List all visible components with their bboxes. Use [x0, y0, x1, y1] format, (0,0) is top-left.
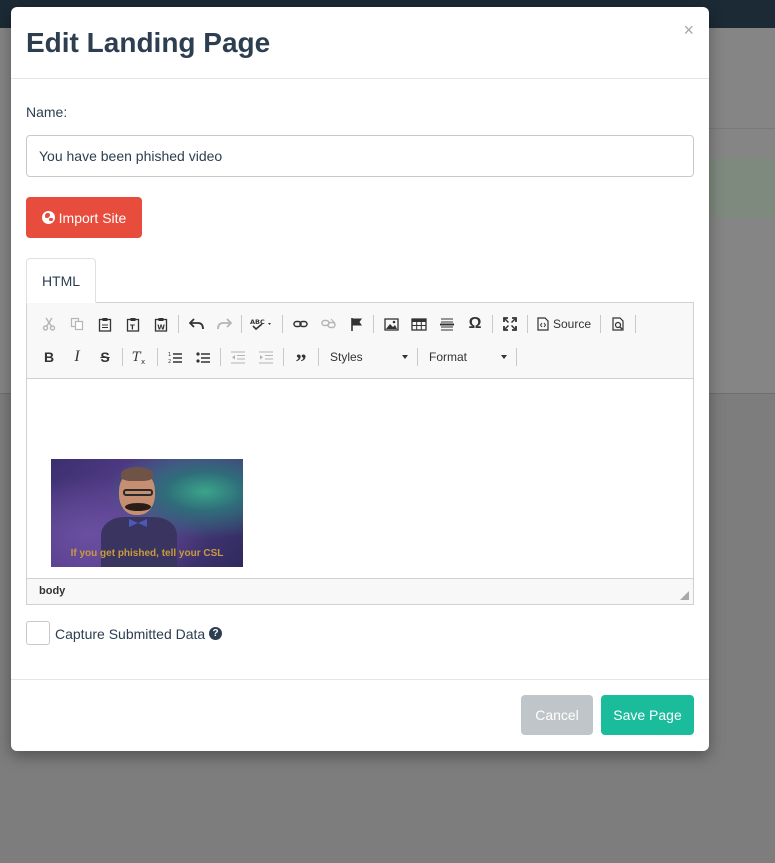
toolbar-separator [283, 348, 284, 366]
capture-submitted-data-checkbox[interactable] [26, 621, 50, 645]
toolbar-separator [492, 315, 493, 333]
svg-text:x: x [141, 358, 145, 365]
toolbar-separator [527, 315, 528, 333]
editor-toolbar: T W ABC Ω Source B I S T x 1 2 ” Styles … [27, 303, 693, 379]
background-divider [700, 128, 775, 129]
anchor-flag-icon[interactable] [342, 311, 370, 337]
gif-mustache [125, 503, 151, 511]
maximize-icon[interactable] [496, 311, 524, 337]
redo-icon[interactable] [210, 311, 238, 337]
toolbar-separator [178, 315, 179, 333]
edit-landing-page-modal: Edit Landing Page × Name: Import Site HT… [11, 7, 709, 751]
paste-word-icon[interactable]: W [147, 311, 175, 337]
editor-status-bar: body [27, 578, 693, 604]
svg-text:T: T [130, 323, 135, 331]
preview-icon[interactable] [604, 311, 632, 337]
toolbar-row: B I S Tx 12 ” Styles Format [35, 343, 520, 374]
cut-icon[interactable] [35, 311, 63, 337]
table-icon[interactable] [405, 311, 433, 337]
toolbar-separator [318, 348, 319, 366]
toolbar-separator [220, 348, 221, 366]
svg-text:W: W [157, 323, 165, 331]
styles-label: Styles [330, 350, 363, 364]
toolbar-row: T W ABC Ω Source [35, 310, 639, 338]
chevron-down-icon [501, 355, 507, 359]
indent-icon[interactable] [252, 344, 280, 370]
element-path[interactable]: body [39, 585, 65, 597]
link-icon[interactable] [286, 311, 314, 337]
import-site-button[interactable]: Import Site [26, 197, 142, 238]
unlink-icon[interactable] [314, 311, 342, 337]
gif-caption: If you get phished, tell your CSL [70, 548, 224, 559]
name-label: Name: [26, 104, 68, 120]
styles-dropdown[interactable]: Styles [322, 346, 414, 368]
horizontal-line-icon[interactable] [433, 311, 461, 337]
close-button[interactable]: × [683, 21, 694, 39]
format-label: Format [429, 350, 468, 364]
svg-text:ABC: ABC [250, 318, 265, 326]
source-label: Source [553, 317, 592, 331]
spellcheck-icon[interactable]: ABC [245, 311, 279, 337]
toolbar-separator [241, 315, 242, 333]
resize-grip-icon[interactable] [680, 591, 689, 600]
numbered-list-icon[interactable]: 12 [161, 344, 189, 370]
blockquote-icon[interactable]: ” [287, 344, 315, 374]
italic-icon[interactable]: I [63, 344, 91, 370]
toolbar-separator [157, 348, 158, 366]
toolbar-separator [373, 315, 374, 333]
toolbar-separator [600, 315, 602, 333]
svg-text:1: 1 [168, 352, 171, 358]
name-input[interactable] [26, 135, 694, 177]
cancel-button[interactable]: Cancel [521, 695, 593, 735]
editor-content-area[interactable]: If you get phished, tell your CSL [27, 379, 693, 579]
gif-glasses [123, 489, 153, 496]
toolbar-separator [122, 348, 123, 366]
gif-person-hair [121, 467, 153, 481]
toolbar-separator [282, 315, 283, 333]
outdent-icon[interactable] [224, 344, 252, 370]
source-icon [537, 317, 549, 331]
image-icon[interactable] [377, 311, 405, 337]
special-char-icon[interactable]: Ω [461, 311, 489, 337]
paste-text-icon[interactable]: T [119, 311, 147, 337]
capture-submitted-data-label: Capture Submitted Data [55, 626, 206, 642]
save-page-button[interactable]: Save Page [601, 695, 694, 735]
tab-html[interactable]: HTML [26, 258, 96, 303]
undo-icon[interactable] [182, 311, 210, 337]
gif-person-body [101, 517, 177, 567]
copy-icon[interactable] [63, 311, 91, 337]
svg-text:2: 2 [168, 359, 171, 364]
background-alert [700, 158, 775, 218]
remove-format-icon[interactable]: Tx [126, 344, 154, 370]
toolbar-separator [516, 348, 517, 366]
paste-icon[interactable] [91, 311, 119, 337]
phished-video-gif[interactable]: If you get phished, tell your CSL [51, 459, 243, 567]
toolbar-separator [417, 348, 418, 366]
bulleted-list-icon[interactable] [189, 344, 217, 370]
import-site-label: Import Site [58, 209, 127, 226]
question-circle-icon[interactable]: ? [209, 627, 222, 640]
bold-icon[interactable]: B [35, 344, 63, 370]
modal-footer-divider [11, 679, 709, 680]
modal-title: Edit Landing Page [26, 27, 271, 58]
chevron-down-icon [402, 355, 408, 359]
source-button[interactable]: Source [531, 311, 597, 337]
globe-icon [41, 211, 55, 224]
modal-header: Edit Landing Page × [11, 7, 709, 79]
strikethrough-icon[interactable]: S [91, 344, 119, 370]
toolbar-separator [635, 315, 637, 333]
format-dropdown[interactable]: Format [421, 346, 513, 368]
html-editor: T W ABC Ω Source B I S T x 1 2 ” Styles … [26, 302, 694, 605]
